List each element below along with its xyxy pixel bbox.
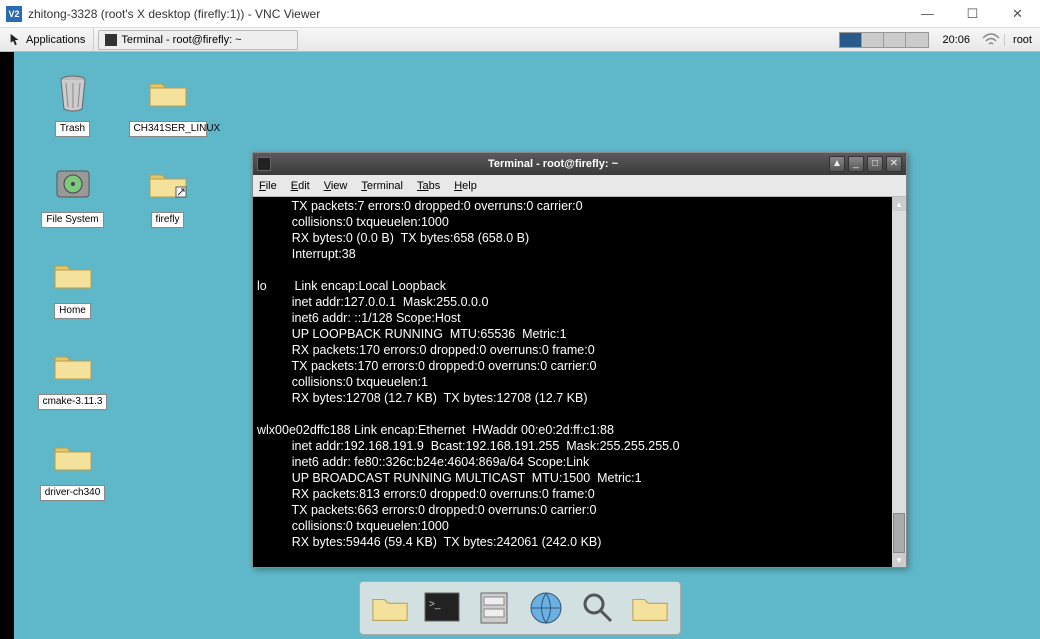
ch341-label: CH341SER_LINUX <box>129 121 207 137</box>
terminal-close-button[interactable]: ✕ <box>886 156 902 172</box>
vnc-titlebar: V2 zhitong-3328 (root's X desktop (firef… <box>0 0 1040 28</box>
workspace-4[interactable] <box>906 33 928 47</box>
firefly-label: firefly <box>151 212 185 228</box>
driver-label: driver-ch340 <box>40 485 106 501</box>
trash-label: Trash <box>55 121 90 137</box>
dock: >_ <box>359 581 681 635</box>
workspace-1[interactable] <box>840 33 862 47</box>
minimize-button[interactable]: — <box>905 0 950 28</box>
clock[interactable]: 20:06 <box>935 34 979 46</box>
drive-icon <box>52 163 94 205</box>
folder-icon <box>52 254 94 296</box>
home-label: Home <box>54 303 91 319</box>
workspace-switcher[interactable] <box>839 32 929 48</box>
menu-terminal[interactable]: Terminal <box>361 180 403 192</box>
scroll-up-icon[interactable]: ▴ <box>892 197 906 211</box>
wifi-icon[interactable] <box>982 33 1000 47</box>
desktop-icon-cmake[interactable]: cmake-3.11.3 <box>30 345 115 410</box>
desktop-icon-filesystem[interactable]: File System <box>30 163 115 228</box>
taskbar-item-label: Terminal - root@firefly: ~ <box>121 34 241 46</box>
terminal-titlebar[interactable]: Terminal - root@firefly: ~ ▲ _ □ ✕ <box>253 153 906 175</box>
cmake-label: cmake-3.11.3 <box>38 394 108 410</box>
scroll-down-icon[interactable]: ▾ <box>892 553 906 567</box>
desktop-icon-trash[interactable]: Trash <box>30 72 115 137</box>
terminal-window: Terminal - root@firefly: ~ ▲ _ □ ✕ File … <box>252 152 907 568</box>
dock-folder[interactable] <box>628 586 672 630</box>
desktop[interactable]: Trash File System Home cmake-3.11.3 driv… <box>0 52 1040 639</box>
dock-file-cabinet-icon[interactable] <box>472 586 516 630</box>
scrollbar-thumb[interactable] <box>893 513 905 553</box>
desktop-icon-ch341ser[interactable]: CH341SER_LINUX <box>125 72 210 137</box>
workspace-3[interactable] <box>884 33 906 47</box>
mouse-icon <box>8 33 22 47</box>
terminal-icon <box>105 34 117 46</box>
desktop-icon-home[interactable]: Home <box>30 254 115 319</box>
terminal-maximize-button[interactable]: □ <box>867 156 883 172</box>
workspace-2[interactable] <box>862 33 884 47</box>
menu-edit[interactable]: Edit <box>291 180 310 192</box>
terminal-scrollbar[interactable]: ▴ ▾ <box>892 197 906 567</box>
trash-icon <box>52 72 94 114</box>
linux-top-panel: Applications Terminal - root@firefly: ~ … <box>0 28 1040 52</box>
svg-text:>_: >_ <box>429 599 441 610</box>
menu-tabs[interactable]: Tabs <box>417 180 440 192</box>
terminal-minimize-button[interactable]: _ <box>848 156 864 172</box>
close-button[interactable]: ✕ <box>995 0 1040 28</box>
terminal-body[interactable]: TX packets:7 errors:0 dropped:0 overruns… <box>253 197 906 567</box>
vnc-logo-icon: V2 <box>6 6 22 22</box>
applications-menu-button[interactable]: Applications <box>0 28 94 51</box>
filesystem-label: File System <box>41 212 103 228</box>
left-edge-strip <box>0 52 14 639</box>
folder-icon <box>147 72 189 114</box>
folder-icon <box>52 345 94 387</box>
dock-file-manager[interactable] <box>368 586 412 630</box>
desktop-icon-firefly[interactable]: firefly <box>125 163 210 228</box>
terminal-stick-button[interactable]: ▲ <box>829 156 845 172</box>
menu-file[interactable]: File <box>259 180 277 192</box>
desktop-icon-driver-ch340[interactable]: driver-ch340 <box>30 436 115 501</box>
dock-search-icon[interactable] <box>576 586 620 630</box>
dock-terminal[interactable]: >_ <box>420 586 464 630</box>
user-menu[interactable]: root <box>1004 34 1040 46</box>
taskbar-item-terminal[interactable]: Terminal - root@firefly: ~ <box>98 30 298 50</box>
maximize-button[interactable]: ☐ <box>950 0 995 28</box>
dock-web-browser[interactable] <box>524 586 568 630</box>
terminal-title-text: Terminal - root@firefly: ~ <box>277 158 829 170</box>
folder-link-icon <box>147 163 189 205</box>
folder-icon <box>52 436 94 478</box>
terminal-app-icon <box>257 157 271 171</box>
terminal-menubar: File Edit View Terminal Tabs Help <box>253 175 906 197</box>
terminal-output: TX packets:7 errors:0 dropped:0 overruns… <box>257 199 680 549</box>
menu-help[interactable]: Help <box>454 180 477 192</box>
applications-label: Applications <box>26 34 85 46</box>
menu-view[interactable]: View <box>324 180 348 192</box>
vnc-window-title: zhitong-3328 (root's X desktop (firefly:… <box>28 7 905 21</box>
